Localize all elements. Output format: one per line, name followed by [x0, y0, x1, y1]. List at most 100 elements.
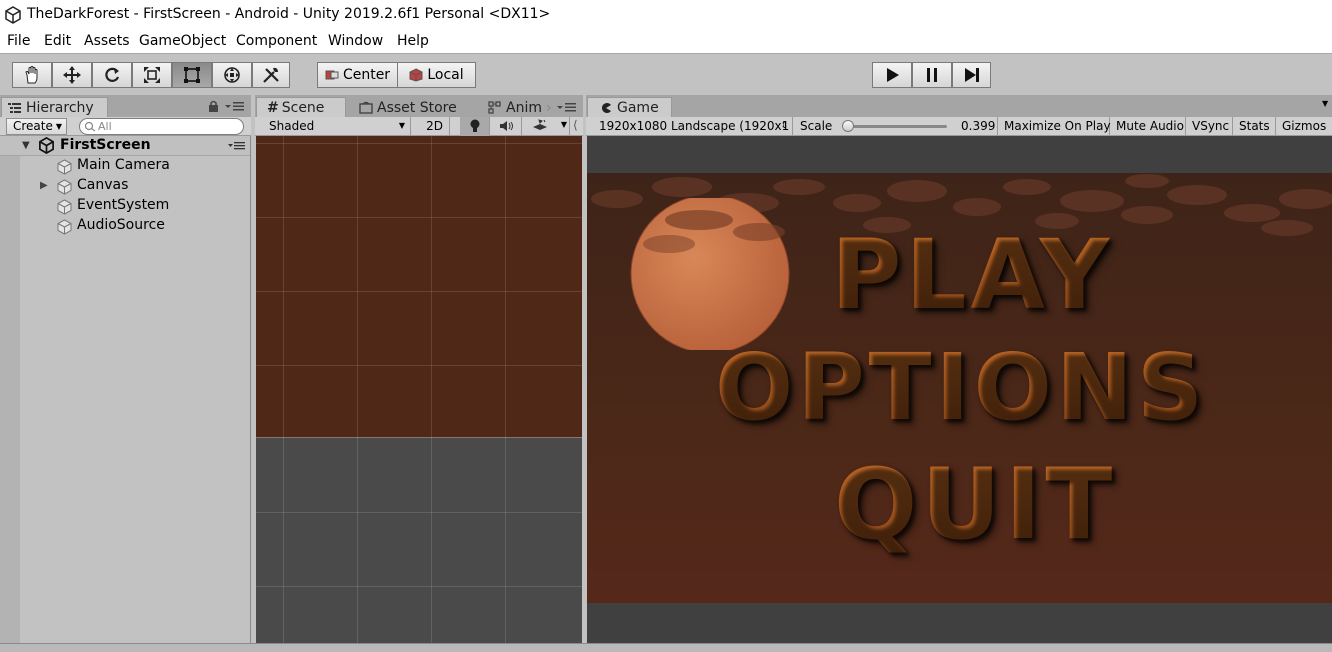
menu-component[interactable]: Component — [236, 33, 317, 49]
rotate-tool-icon — [105, 67, 120, 82]
search-placeholder: All — [98, 120, 112, 133]
scene-name: FirstScreen — [60, 137, 151, 153]
scale-slider-track[interactable] — [843, 125, 947, 128]
unity-scene-icon — [39, 137, 54, 154]
custom-tool-button[interactable] — [252, 62, 290, 88]
move-tool-button[interactable] — [52, 62, 92, 88]
gameobject-cube-icon — [57, 219, 72, 235]
updown-arrow-icon: ⇕ — [780, 121, 788, 131]
mute-audio-label: Mute Audio — [1116, 119, 1184, 133]
play-button[interactable] — [872, 62, 912, 88]
menu-play-text[interactable]: PLAY — [831, 219, 1113, 331]
scene-canvas-rect — [256, 136, 582, 438]
hierarchy-tree: ▼ FirstScreen Main Camera ▶ Canvas Event… — [0, 136, 251, 643]
hierarchy-item-label: AudioSource — [77, 217, 165, 233]
pivot-space-button[interactable]: Local — [397, 62, 476, 88]
menu-quit-text[interactable]: QUIT — [834, 448, 1116, 562]
scale-value: 0.399 — [961, 119, 996, 133]
collapse-arrow-icon[interactable]: ▼ — [22, 140, 30, 151]
lightbulb-icon — [470, 119, 480, 132]
rotate-tool-button[interactable] — [92, 62, 132, 88]
vsync-toggle[interactable]: VSync — [1186, 117, 1233, 136]
toggle-2d-button[interactable]: 2D — [420, 117, 450, 136]
scene-menu-icon[interactable] — [228, 141, 246, 150]
create-dropdown[interactable]: Create ▼ — [6, 118, 67, 135]
game-viewport[interactable]: PLAY OPTIONS QUIT — [587, 136, 1332, 643]
step-button[interactable] — [952, 62, 991, 88]
hierarchy-item-canvas[interactable]: ▶ Canvas — [0, 176, 250, 196]
menu-help[interactable]: Help — [397, 33, 429, 49]
scene-background — [256, 438, 582, 643]
lock-icon[interactable] — [208, 100, 219, 112]
shading-mode-label: Shaded — [269, 119, 315, 133]
gameobject-cube-icon — [57, 159, 72, 175]
scale-label: Scale — [800, 119, 833, 133]
dropdown-arrow-icon: ▼ — [560, 120, 567, 129]
hierarchy-item-label: Canvas — [77, 177, 129, 193]
main-toolbar: Center Local — [0, 53, 1332, 95]
rect-tool-button[interactable] — [172, 62, 212, 88]
resolution-dropdown[interactable]: 1920x1080 Landscape (1920x1 ⇕ — [593, 117, 793, 136]
list-icon — [8, 103, 21, 113]
maximize-on-play-label: Maximize On Play — [1004, 119, 1111, 133]
pivot-center-button[interactable]: Center — [317, 62, 398, 88]
tab-animator[interactable]: Anim › — [486, 97, 552, 118]
tab-game[interactable]: Game — [587, 97, 672, 118]
tab-hierarchy[interactable]: Hierarchy — [1, 97, 108, 118]
menu-window[interactable]: Window — [328, 33, 383, 49]
panel-menu-icon[interactable]: ▼ — [1322, 99, 1328, 108]
hash-icon: # — [267, 100, 279, 116]
hierarchy-indent-gutter — [0, 156, 20, 643]
hierarchy-item-audiosource[interactable]: AudioSource — [0, 216, 250, 236]
hierarchy-tabstrip: Hierarchy — [0, 95, 251, 118]
panel-menu-icon[interactable] — [225, 101, 245, 111]
expand-arrow-icon[interactable]: ▶ — [40, 180, 48, 191]
maximize-on-play-toggle[interactable]: Maximize On Play — [998, 117, 1111, 136]
tab-game-label: Game — [617, 100, 659, 116]
transform-tool-button[interactable] — [212, 62, 252, 88]
gizmos-dropdown[interactable]: Gizmos — [1276, 117, 1332, 136]
game-render: PLAY OPTIONS QUIT — [587, 173, 1332, 603]
create-label: Create — [13, 119, 53, 133]
hierarchy-item-main-camera[interactable]: Main Camera — [0, 156, 250, 176]
pacman-icon — [602, 103, 611, 113]
scale-tool-button[interactable] — [132, 62, 172, 88]
lighting-toggle[interactable] — [460, 117, 490, 136]
tab-animator-label: Anim — [506, 99, 542, 116]
play-icon — [887, 68, 899, 82]
local-cube-icon — [409, 68, 423, 82]
gameobject-cube-icon — [57, 179, 72, 195]
dropdown-arrow-icon: ▼ — [55, 122, 62, 131]
resolution-label: 1920x1080 Landscape (1920x1 — [599, 119, 790, 133]
panel-menu-icon[interactable] — [557, 102, 577, 112]
animator-icon — [488, 101, 501, 114]
hierarchy-search-input[interactable]: All — [79, 118, 244, 135]
tab-asset-store[interactable]: Asset Store — [357, 97, 457, 118]
mute-audio-toggle[interactable]: Mute Audio — [1110, 117, 1186, 136]
effects-dropdown[interactable]: ▼ — [525, 117, 570, 136]
menu-options-text[interactable]: OPTIONS — [715, 334, 1207, 441]
scale-slider-thumb[interactable] — [842, 120, 854, 132]
menu-assets[interactable]: Assets — [84, 33, 130, 49]
menu-gameobject[interactable]: GameObject — [139, 33, 226, 49]
hierarchy-item-eventsystem[interactable]: EventSystem — [0, 196, 250, 216]
effects-icon — [533, 119, 547, 130]
menu-file[interactable]: File — [7, 33, 30, 49]
menu-edit[interactable]: Edit — [44, 33, 71, 49]
speaker-icon — [500, 121, 513, 131]
chevron-right-icon[interactable]: › — [546, 100, 552, 116]
tab-scene[interactable]: # Scene — [256, 97, 346, 118]
stats-toggle[interactable]: Stats — [1233, 117, 1276, 136]
scene-viewport[interactable] — [256, 136, 582, 643]
gameobject-cube-icon — [57, 199, 72, 215]
more-icon[interactable]: ⟨ — [573, 118, 578, 132]
audio-toggle[interactable] — [492, 117, 522, 136]
game-toolbar: 1920x1080 Landscape (1920x1 ⇕ Scale 0.39… — [586, 117, 1332, 136]
hand-tool-button[interactable] — [12, 62, 52, 88]
dropdown-arrow-icon: ▼ — [398, 121, 405, 130]
pause-button[interactable] — [912, 62, 952, 88]
shading-mode-dropdown[interactable]: Shaded ▼ — [261, 117, 411, 136]
scene-root-row[interactable]: ▼ FirstScreen — [0, 136, 250, 156]
step-icon — [964, 68, 979, 82]
space-label: Local — [427, 67, 464, 83]
